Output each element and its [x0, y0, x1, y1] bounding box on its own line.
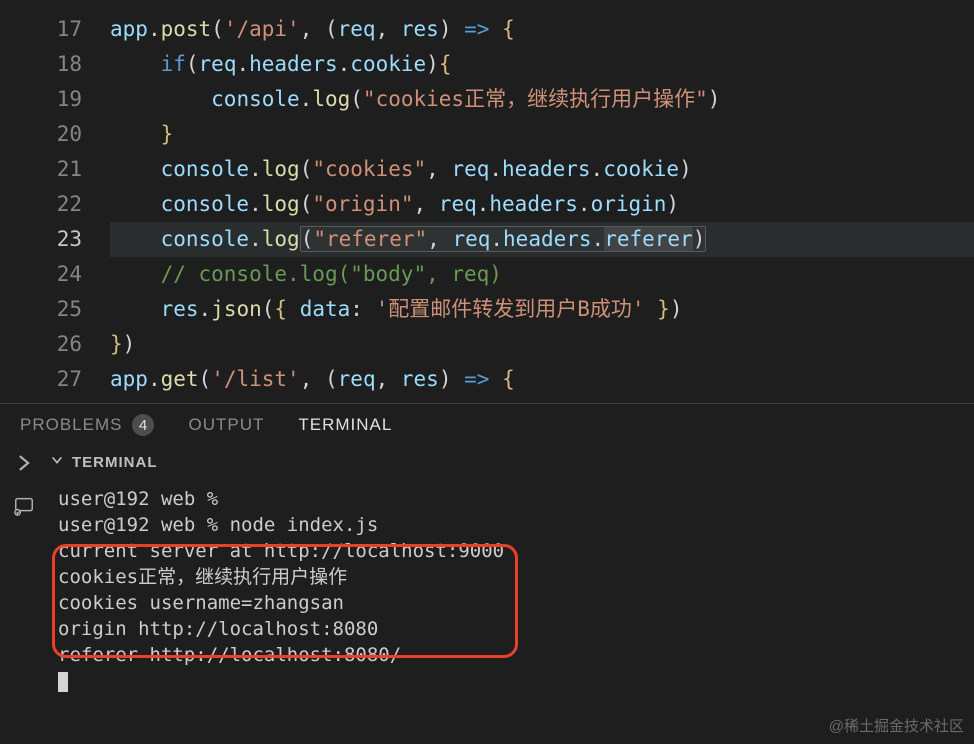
terminal-cursor — [58, 672, 68, 692]
tab-terminal[interactable]: TERMINAL — [298, 415, 392, 435]
selection-highlight: ("referer", req.headers.referer) — [300, 226, 707, 252]
line-number: 25 — [0, 292, 82, 327]
code-line[interactable]: }) — [110, 327, 974, 362]
code-line[interactable]: console.log("cookies", req.headers.cooki… — [110, 152, 974, 187]
line-number: 27 — [0, 362, 82, 397]
code-editor[interactable]: 1718192021222324252627 app.post('/api', … — [0, 0, 974, 397]
code-line[interactable]: res.json({ data: '配置邮件转发到用户B成功' }) — [110, 292, 974, 327]
panel-tabs: PROBLEMS 4 OUTPUT TERMINAL — [0, 404, 974, 446]
line-number: 24 — [0, 257, 82, 292]
line-number: 20 — [0, 117, 82, 152]
terminal-output[interactable]: user@192 web % user@192 web % node index… — [48, 486, 974, 694]
terminal-gutter — [0, 446, 48, 694]
code-line[interactable]: console.log("origin", req.headers.origin… — [110, 187, 974, 222]
line-number: 21 — [0, 152, 82, 187]
line-number: 17 — [0, 12, 82, 47]
code-line[interactable]: app.post('/api', (req, res) => { — [110, 12, 974, 47]
terminal-section-label: TERMINAL — [72, 450, 158, 476]
tab-label: OUTPUT — [188, 415, 264, 435]
line-number: 23 — [0, 222, 82, 257]
code-line[interactable]: } — [110, 117, 974, 152]
terminal-line: referer http://localhost:8080/ — [58, 642, 974, 668]
terminal-line: user@192 web % node index.js — [58, 512, 974, 538]
problems-count-badge: 4 — [132, 414, 154, 436]
bottom-panel: PROBLEMS 4 OUTPUT TERMINAL — [0, 403, 974, 694]
terminal-line: cookies正常，继续执行用户操作 — [58, 564, 974, 590]
chevron-down-icon — [50, 450, 64, 476]
tab-output[interactable]: OUTPUT — [188, 415, 264, 435]
watermark-text: @稀土掘金技术社区 — [829, 715, 964, 736]
code-line[interactable]: console.log("cookies正常，继续执行用户操作") — [110, 82, 974, 117]
terminal-section-header[interactable]: TERMINAL — [48, 446, 974, 486]
line-number-gutter: 1718192021222324252627 — [0, 12, 110, 397]
line-number: 26 — [0, 327, 82, 362]
line-number: 18 — [0, 47, 82, 82]
tab-problems[interactable]: PROBLEMS 4 — [20, 414, 154, 436]
code-line[interactable]: app.get('/list', (req, res) => { — [110, 362, 974, 397]
code-line[interactable]: // console.log("body", req) — [110, 257, 974, 292]
terminal-area[interactable]: TERMINAL user@192 web % user@192 web % n… — [0, 446, 974, 694]
terminal-line: current server at http://localhost:9000 — [58, 538, 974, 564]
tab-label: TERMINAL — [298, 415, 392, 435]
code-line[interactable]: console.log("referer", req.headers.refer… — [110, 222, 974, 257]
chevron-right-icon[interactable] — [13, 452, 35, 479]
debug-console-icon[interactable] — [13, 495, 35, 522]
terminal-line: origin http://localhost:8080 — [58, 616, 974, 642]
code-area[interactable]: app.post('/api', (req, res) => { if(req.… — [110, 12, 974, 397]
code-line[interactable]: if(req.headers.cookie){ — [110, 47, 974, 82]
terminal-line: user@192 web % — [58, 486, 974, 512]
tab-label: PROBLEMS — [20, 415, 122, 435]
terminal-body[interactable]: TERMINAL user@192 web % user@192 web % n… — [48, 446, 974, 694]
line-number: 22 — [0, 187, 82, 222]
line-number: 19 — [0, 82, 82, 117]
terminal-line: cookies username=zhangsan — [58, 590, 974, 616]
